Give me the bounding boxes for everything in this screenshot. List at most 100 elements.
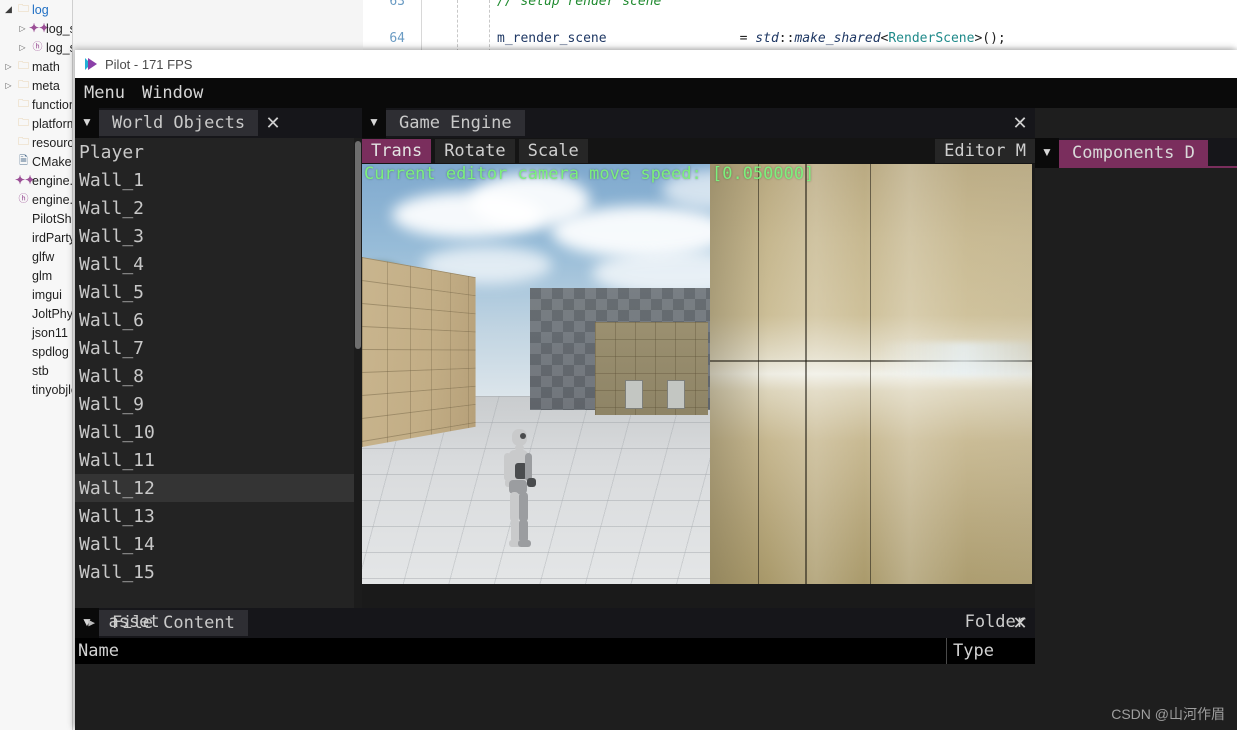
world-object-item[interactable]: Wall_2 bbox=[75, 194, 362, 222]
world-object-item-label: Player bbox=[79, 141, 145, 163]
world-object-item[interactable]: Wall_3 bbox=[75, 222, 362, 250]
solution-tree-item[interactable]: glm bbox=[0, 266, 72, 285]
solution-tree-item[interactable]: tinyobjloade bbox=[0, 380, 72, 399]
world-object-item[interactable]: Wall_5 bbox=[75, 278, 362, 306]
pilot-titlebar[interactable]: Pilot - 171 FPS bbox=[75, 50, 1237, 78]
scale-button[interactable]: Scale bbox=[518, 139, 588, 163]
solution-tree-item[interactable]: PilotShaderC bbox=[0, 209, 72, 228]
world-object-item[interactable]: Wall_6 bbox=[75, 306, 362, 334]
code-scope-op: :: bbox=[778, 31, 795, 46]
world-objects-scrollbar-thumb[interactable] bbox=[355, 141, 361, 349]
pilot-window: Pilot - 171 FPS Menu Window ▼ World Obje… bbox=[75, 50, 1237, 730]
tab-game-engine[interactable]: Game Engine bbox=[386, 110, 525, 136]
solution-tree-item[interactable]: imgui bbox=[0, 285, 72, 304]
code-function: make_shared bbox=[794, 31, 881, 46]
solution-tree-item[interactable]: JoltPhysics bbox=[0, 304, 72, 323]
world-object-item[interactable]: Player bbox=[75, 138, 362, 166]
solution-explorer-tree[interactable]: ◢🗀log▷✦✦log_system.cpp▷ⓗlog_system.h▷🗀ma… bbox=[0, 0, 73, 730]
chevron-right-icon[interactable]: ▷ bbox=[2, 76, 15, 95]
robot-right-foot bbox=[518, 540, 531, 547]
world-object-item[interactable]: Wall_1 bbox=[75, 166, 362, 194]
world-objects-list[interactable]: Player Wall_1 Wall_2 Wall_3 Wall_4 Wall_5 Wall… bbox=[75, 138, 362, 586]
components-dock-tabstrip: ▼ Components D bbox=[1035, 138, 1237, 168]
solution-tree-item-label: platform bbox=[32, 116, 73, 131]
code-text-64: m_render_scene = std::make_shared<Render… bbox=[497, 31, 1006, 46]
world-object-item[interactable]: Wall_14 bbox=[75, 530, 362, 558]
solution-tree-item[interactable]: irdParty bbox=[0, 228, 72, 247]
solution-tree-item[interactable]: ▷ 🗀 meta bbox=[0, 76, 72, 95]
column-header-name[interactable]: Name bbox=[75, 641, 946, 661]
line-number-63: 63 bbox=[389, 0, 405, 9]
chevron-right-icon[interactable]: ▷ bbox=[16, 19, 29, 38]
solution-tree-item[interactable]: 🗀 platform bbox=[0, 114, 72, 133]
solution-tree-item-label: log bbox=[32, 2, 49, 17]
chevron-down-icon[interactable]: ◢ bbox=[2, 0, 15, 19]
solution-tree-item[interactable]: ▷ⓗlog_system.h bbox=[0, 38, 72, 57]
world-objects-close-icon[interactable]: ✕ bbox=[258, 108, 288, 138]
chevron-right-icon[interactable]: ▷ bbox=[2, 57, 15, 76]
solution-tree-item[interactable]: ◢ 🗀 log bbox=[0, 0, 72, 19]
world-objects-tabstrip-filler bbox=[288, 108, 362, 138]
chevron-right-icon[interactable]: ▶ bbox=[75, 616, 108, 629]
world-object-item[interactable]: Wall_10 bbox=[75, 418, 362, 446]
solution-tree-item[interactable]: json11 bbox=[0, 323, 72, 342]
solution-tree-item[interactable]: spdlog bbox=[0, 342, 72, 361]
chevron-right-icon[interactable]: ▷ bbox=[16, 38, 29, 57]
world-object-item-label: Wall_11 bbox=[79, 449, 155, 471]
world-object-item[interactable]: Wall_12 bbox=[75, 474, 362, 502]
file-content-row[interactable]: ▶ asset Folder bbox=[75, 608, 1035, 636]
menu-item-menu[interactable]: Menu bbox=[84, 83, 125, 103]
solution-tree-item[interactable]: glfw bbox=[0, 247, 72, 266]
world-object-item[interactable]: Wall_9 bbox=[75, 390, 362, 418]
world-object-item[interactable]: Wall_4 bbox=[75, 250, 362, 278]
world-object-item-label: Wall_8 bbox=[79, 365, 145, 387]
menu-item-window[interactable]: Window bbox=[142, 83, 203, 103]
solution-tree-item[interactable]: ⓗengine.h bbox=[0, 190, 73, 209]
folder-icon: 🗀 bbox=[18, 3, 29, 15]
column-header-type[interactable]: Type bbox=[947, 641, 1035, 661]
world-object-item[interactable]: Wall_11 bbox=[75, 446, 362, 474]
door-shape bbox=[667, 380, 685, 409]
file-content-column-headers: Name Type bbox=[75, 638, 1035, 664]
solution-tree-item[interactable]: 🗀 function bbox=[0, 95, 72, 114]
world-objects-collapse-icon[interactable]: ▼ bbox=[75, 108, 99, 138]
code-text-63: // setup render scene bbox=[497, 0, 662, 9]
header-file-icon: ⓗ bbox=[18, 194, 29, 205]
world-object-item-label: Wall_10 bbox=[79, 421, 155, 443]
code-namespace: std bbox=[755, 31, 779, 46]
wall-seam bbox=[758, 164, 759, 584]
cpp-file-icon: ✦✦ bbox=[29, 21, 50, 35]
world-object-item-label: Wall_3 bbox=[79, 225, 145, 247]
solution-tree-item[interactable]: stb bbox=[0, 361, 72, 380]
rotate-button[interactable]: Rotate bbox=[435, 139, 515, 163]
game-engine-collapse-icon[interactable]: ▼ bbox=[362, 108, 386, 138]
game-viewport[interactable]: Current editor camera move speed: [0.050… bbox=[362, 164, 1032, 584]
tab-components-details[interactable]: Components D bbox=[1059, 140, 1208, 166]
world-objects-panel[interactable]: Player Wall_1 Wall_2 Wall_3 Wall_4 Wall_5 Wall… bbox=[75, 138, 362, 608]
solution-tree-item[interactable]: ▷✦✦log_system.cpp bbox=[0, 19, 72, 38]
solution-tree-item[interactable]: ▷ 🗀 math bbox=[0, 57, 72, 76]
editor-mode-button[interactable]: Editor M bbox=[935, 139, 1035, 163]
world-object-item[interactable]: Wall_7 bbox=[75, 334, 362, 362]
solution-tree-item-label: JoltPhysics bbox=[32, 306, 73, 321]
solution-tree-item[interactable]: ✦✦engine.cp bbox=[0, 171, 72, 190]
solution-tree-item[interactable]: 🗎 CMakeLi bbox=[0, 152, 72, 171]
tab-world-objects[interactable]: World Objects bbox=[99, 110, 259, 136]
pilot-logo-icon bbox=[84, 57, 98, 71]
solution-tree-item[interactable]: 🗀resource bbox=[0, 133, 72, 152]
world-objects-scrollbar[interactable] bbox=[354, 138, 362, 608]
wall-highlight bbox=[880, 342, 1032, 376]
file-content-panel: ▼ File Content ✕ Name Type ▶ asset Folder bbox=[75, 608, 1035, 730]
code-identifier: m_render_scene bbox=[497, 31, 607, 46]
world-object-item[interactable]: Wall_13 bbox=[75, 502, 362, 530]
code-editor[interactable]: 63 // setup render scene 64 m_render_sce… bbox=[363, 0, 1237, 52]
components-dock-collapse-icon[interactable]: ▼ bbox=[1035, 138, 1059, 168]
solution-tree-item-label: engine.cp bbox=[32, 173, 73, 188]
folder-icon: 🗀 bbox=[18, 98, 29, 110]
game-engine-close-icon[interactable]: ✕ bbox=[1005, 108, 1035, 138]
door-shape bbox=[625, 380, 643, 409]
world-object-item[interactable]: Wall_8 bbox=[75, 362, 362, 390]
world-object-item[interactable]: Wall_15 bbox=[75, 558, 362, 586]
trans-button[interactable]: Trans bbox=[362, 139, 432, 163]
camera-speed-overlay: Current editor camera move speed: [0.050… bbox=[364, 164, 815, 184]
